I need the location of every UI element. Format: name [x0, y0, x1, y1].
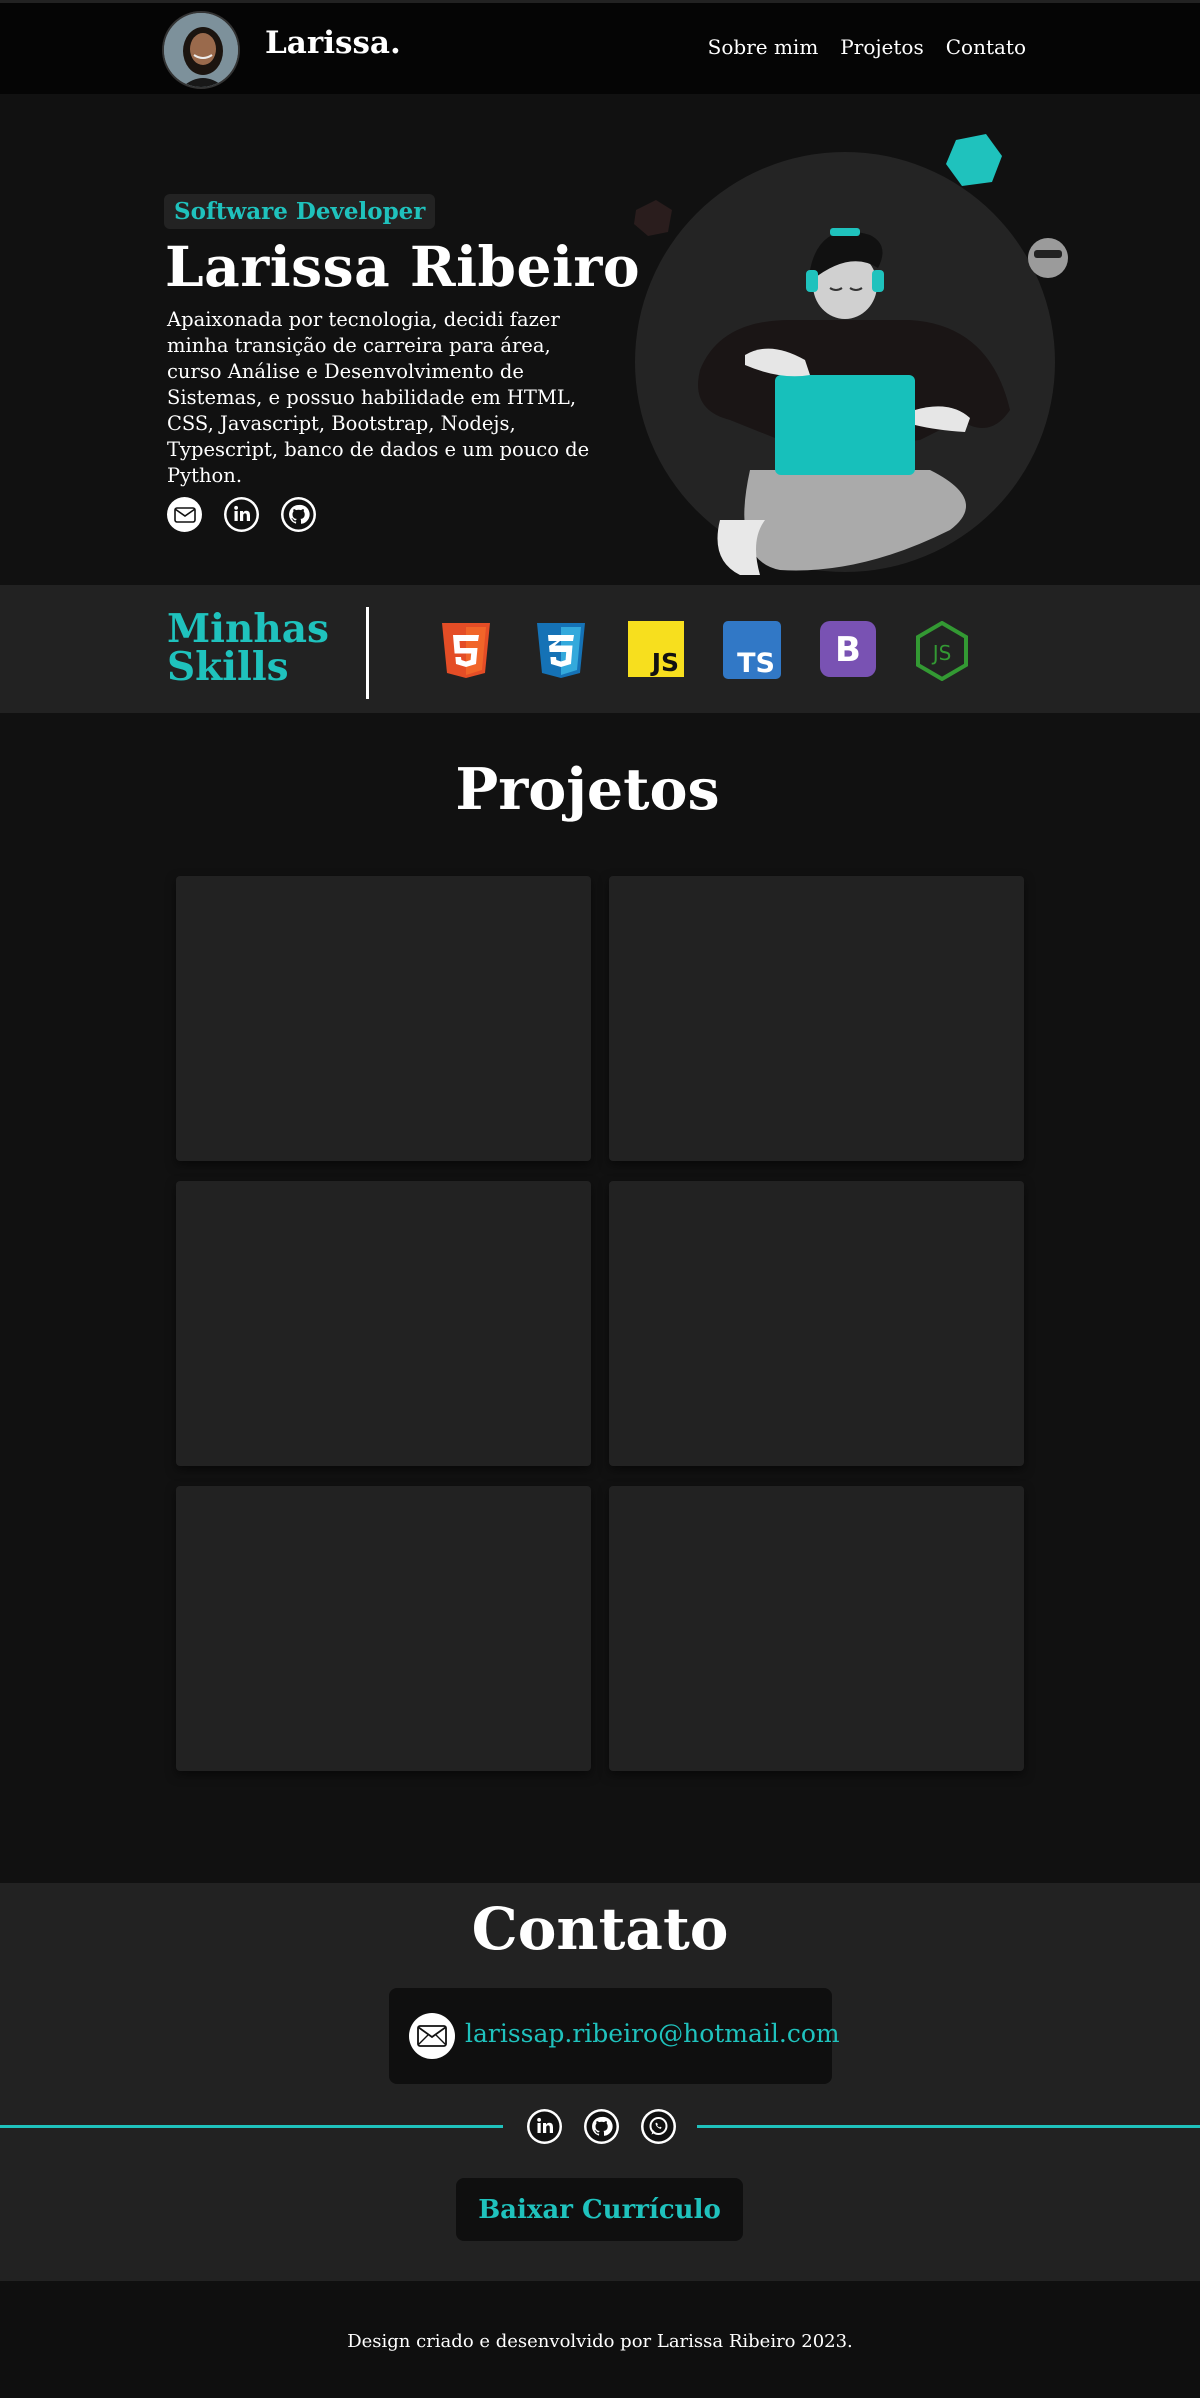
svg-text:TS: TS	[737, 648, 775, 679]
site-header: Larissa. Sobre mim Projetos Contato	[0, 0, 1200, 94]
hero-social-links	[167, 497, 316, 532]
divider-line-left	[0, 2125, 503, 2128]
project-card[interactable]	[176, 1486, 591, 1771]
hero-bio: Apaixonada por tecnologia, decidi fazer …	[167, 308, 590, 487]
svg-text:B: B	[835, 630, 861, 670]
main-nav: Sobre mim Projetos Contato	[708, 35, 1026, 59]
email-icon[interactable]	[167, 497, 202, 532]
contact-title: Contato	[471, 1895, 729, 1963]
projects-title: Projetos	[455, 756, 720, 823]
download-cv-button[interactable]: Baixar Currículo	[456, 2178, 743, 2241]
project-card[interactable]	[609, 1181, 1024, 1466]
project-card[interactable]	[609, 1486, 1024, 1771]
css3-icon	[537, 623, 585, 678]
linkedin-icon[interactable]	[527, 2109, 562, 2144]
divider-line-right	[697, 2125, 1200, 2128]
github-icon[interactable]	[584, 2109, 619, 2144]
site-footer: Design criado e desenvolvido por Larissa…	[0, 2281, 1200, 2398]
project-card[interactable]	[609, 876, 1024, 1161]
javascript-icon: JS	[628, 621, 684, 677]
typescript-icon: TS	[723, 621, 781, 679]
avatar	[162, 11, 240, 89]
email-box[interactable]: larissap.ribeiro@hotmail.com	[389, 1988, 840, 2084]
email-icon	[409, 2013, 455, 2059]
nav-link-projetos[interactable]: Projetos	[840, 35, 923, 59]
contact-social-links	[527, 2109, 676, 2144]
project-card[interactable]	[176, 876, 591, 1161]
whatsapp-icon[interactable]	[641, 2109, 676, 2144]
role-badge: Software Developer	[164, 194, 436, 229]
github-icon[interactable]	[281, 497, 316, 532]
brand-logo[interactable]: Larissa.	[265, 25, 401, 61]
nodejs-icon: JS	[916, 621, 968, 681]
nav-link-contato[interactable]: Contato	[946, 35, 1026, 59]
projects-grid	[176, 876, 1024, 1771]
project-card[interactable]	[176, 1181, 591, 1466]
skills-section: Minhas Skills JS TS B JS	[0, 585, 1200, 713]
hero-name: Larissa Ribeiro	[165, 234, 640, 299]
contact-section: Contato larissap.ribeiro@hotmail.com Bai…	[0, 1883, 1200, 2281]
skill-logos: JS TS B JS	[438, 621, 969, 681]
svg-text:JS: JS	[931, 641, 952, 665]
linkedin-icon[interactable]	[224, 497, 259, 532]
skills-title: Minhas Skills	[167, 606, 329, 690]
footer-text: Design criado e desenvolvido por Larissa…	[347, 2331, 853, 2352]
bootstrap-icon: B	[820, 621, 876, 677]
developer-illustration	[630, 120, 1080, 580]
svg-text:JS: JS	[650, 648, 679, 677]
skills-divider	[366, 607, 369, 699]
html5-icon	[442, 623, 490, 678]
email-link[interactable]: larissap.ribeiro@hotmail.com	[465, 2019, 840, 2048]
nav-link-sobre-mim[interactable]: Sobre mim	[708, 35, 819, 59]
